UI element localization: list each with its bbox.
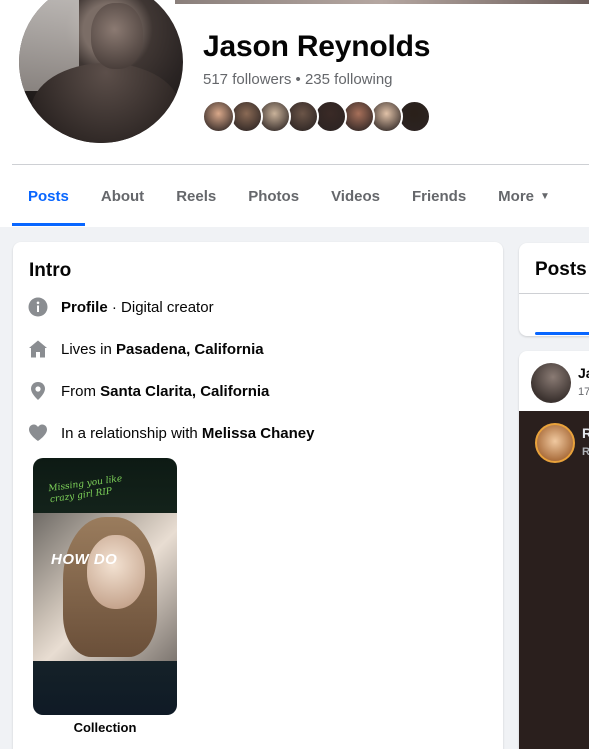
relationship-prefix: In a relationship with — [61, 424, 202, 442]
tab-friends[interactable]: Friends — [396, 166, 482, 226]
collection-script-text: Missing you like crazy girl RIP — [47, 474, 123, 506]
tab-about[interactable]: About — [85, 166, 160, 226]
tab-label: Photos — [248, 187, 300, 205]
tab-photos[interactable]: Photos — [232, 166, 315, 226]
shared-author-name[interactable]: R — [582, 425, 589, 441]
intro-from-row: From Santa Clarita, California — [27, 380, 269, 402]
collection-label[interactable]: Collection — [33, 720, 177, 735]
post-timestamp[interactable]: 17 — [578, 386, 589, 398]
collection-photo — [33, 513, 177, 661]
intro-title: Intro — [29, 260, 72, 281]
post-card: Ja 17 R R — [519, 351, 589, 749]
follower-count[interactable]: 517 followers • 235 following — [203, 71, 393, 88]
tab-label: About — [100, 187, 145, 205]
intro-profile-row: Profile · Digital creator — [27, 296, 214, 318]
posts-active-indicator — [535, 332, 589, 335]
partner-link[interactable]: Melissa Chaney — [202, 425, 315, 442]
header-divider — [12, 164, 589, 165]
cover-photo[interactable] — [175, 0, 589, 4]
profile-separator: · — [107, 298, 122, 316]
tab-label: Videos — [331, 187, 380, 205]
caret-down-icon: ▼ — [540, 190, 550, 202]
shared-post[interactable]: R R — [519, 411, 589, 749]
tab-more[interactable]: More ▼ — [482, 166, 566, 226]
profile-name[interactable]: Jason Reynolds — [203, 30, 430, 64]
tab-label: Friends — [411, 187, 467, 205]
friend-avatar[interactable] — [202, 100, 235, 133]
intro-relationship-row: In a relationship with Melissa Chaney — [27, 422, 314, 444]
profile-label: Profile — [61, 298, 108, 316]
profile-avatar[interactable] — [16, 0, 186, 146]
tab-reels[interactable]: Reels — [160, 166, 232, 226]
friend-avatars-row[interactable] — [202, 100, 431, 134]
intro-lives-row: Lives in Pasadena, California — [27, 338, 264, 360]
posts-divider — [519, 293, 589, 294]
photo-face — [87, 535, 145, 609]
lives-prefix: Lives in — [61, 340, 117, 358]
tab-label: More — [498, 187, 535, 205]
profile-tabs: Posts About Reels Photos Videos Friends … — [12, 166, 566, 226]
tab-posts[interactable]: Posts — [12, 166, 85, 226]
intro-card: Intro Profile · Digital creator Lives in… — [13, 242, 503, 749]
from-prefix: From — [61, 382, 101, 400]
posts-panel: Posts — [519, 243, 589, 336]
post-author-name[interactable]: Ja — [578, 365, 589, 381]
home-icon — [27, 338, 49, 360]
shared-author-avatar[interactable] — [535, 423, 575, 463]
heart-icon — [27, 422, 49, 444]
lives-place-link[interactable]: Pasadena, California — [116, 341, 264, 358]
tab-label: Reels — [176, 187, 217, 205]
featured-collection[interactable]: Missing you like crazy girl RIP HOW DO — [33, 458, 177, 715]
avatar-head — [91, 3, 143, 69]
tab-videos[interactable]: Videos — [315, 166, 396, 226]
from-place-link[interactable]: Santa Clarita, California — [100, 383, 269, 400]
tab-label: Posts — [28, 187, 69, 205]
avatar-body — [31, 63, 181, 143]
shared-author-sub: R — [582, 446, 589, 458]
collection-overlay-text: HOW DO — [51, 551, 118, 568]
posts-title: Posts — [535, 259, 587, 280]
profile-type: Digital creator — [121, 298, 214, 316]
info-icon — [27, 296, 49, 318]
location-pin-icon — [27, 380, 49, 402]
post-author-avatar[interactable] — [531, 363, 571, 403]
